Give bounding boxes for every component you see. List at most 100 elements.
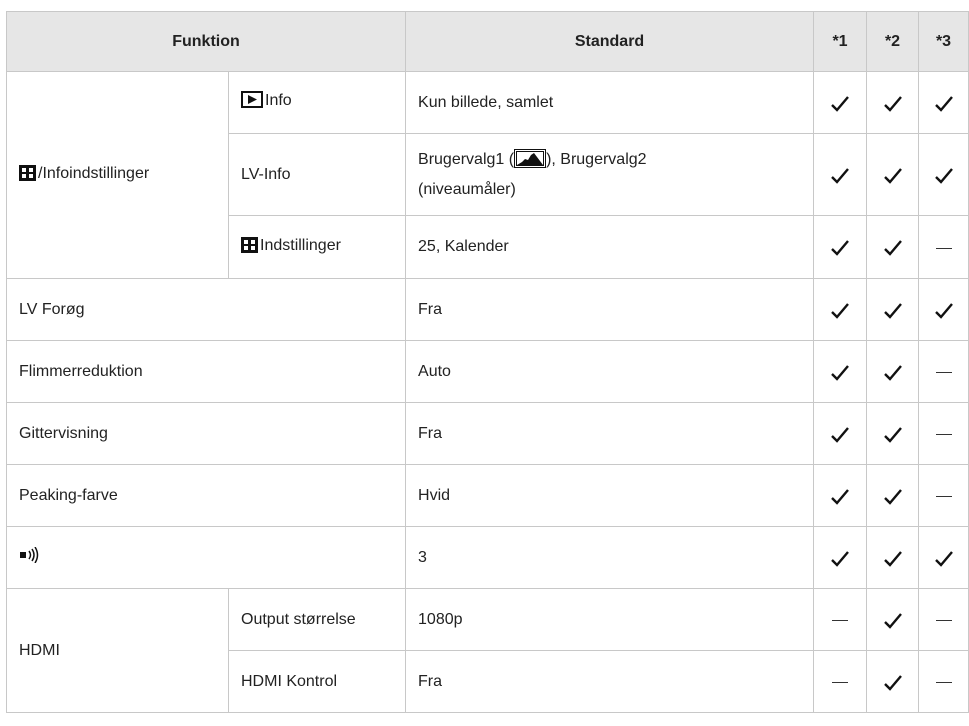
standard-cell: Fra bbox=[405, 402, 815, 465]
dash-icon bbox=[832, 620, 849, 622]
check-icon bbox=[831, 95, 849, 112]
mark-1 bbox=[813, 402, 868, 465]
standard-cell: 1080p bbox=[405, 588, 815, 651]
standard-cell: Hvid bbox=[405, 464, 815, 527]
label-cell: LV Forøg bbox=[5, 278, 407, 341]
mark-1 bbox=[813, 215, 868, 279]
dash-icon bbox=[935, 247, 952, 249]
header-funktion: Funktion bbox=[5, 11, 407, 72]
standard-cell: Kun billede, samlet bbox=[405, 71, 815, 134]
table-row: Gittervisning Fra bbox=[5, 402, 969, 465]
sub-cell: HDMI Kontrol bbox=[227, 650, 407, 713]
standard-cell: Auto bbox=[405, 340, 815, 403]
label-cell bbox=[5, 526, 407, 589]
mark-1 bbox=[813, 588, 868, 651]
mark-1 bbox=[813, 650, 868, 713]
settings-table: Funktion Standard *1 *2 *3 /Infoindstill… bbox=[5, 11, 969, 713]
mark-3 bbox=[918, 278, 969, 341]
dash-icon bbox=[935, 434, 952, 436]
check-icon bbox=[883, 488, 902, 505]
mark-3 bbox=[918, 340, 969, 403]
standard-cell: Fra bbox=[405, 650, 815, 713]
check-icon bbox=[883, 426, 902, 443]
check-icon bbox=[883, 364, 902, 381]
standard-cell: Brugervalg1 (), Brugervalg2 (niveaumåler… bbox=[405, 133, 815, 216]
check-icon bbox=[883, 612, 902, 629]
table-row: 3 bbox=[5, 526, 969, 589]
mark-1 bbox=[813, 71, 868, 134]
sub-label: Indstillinger bbox=[260, 236, 341, 254]
histogram-icon bbox=[514, 148, 547, 177]
standard-text-c: (niveaumåler) bbox=[418, 180, 516, 198]
dash-icon bbox=[935, 496, 952, 498]
standard-text-b: ), Brugervalg2 bbox=[546, 150, 647, 168]
mark-3 bbox=[918, 464, 969, 527]
dash-icon bbox=[935, 620, 952, 622]
index-display-icon bbox=[19, 164, 36, 190]
playback-icon bbox=[241, 91, 263, 117]
mark-2 bbox=[866, 464, 920, 527]
mark-3 bbox=[918, 650, 969, 713]
check-icon bbox=[831, 167, 849, 184]
sub-label: Info bbox=[265, 92, 292, 109]
check-icon bbox=[934, 95, 953, 112]
label-cell: Flimmerreduktion bbox=[5, 340, 407, 403]
mark-1 bbox=[813, 133, 868, 216]
check-icon bbox=[883, 240, 902, 256]
check-icon bbox=[934, 550, 953, 567]
table-row: Flimmerreduktion Auto bbox=[5, 340, 969, 403]
index-display-icon bbox=[241, 236, 258, 262]
check-icon bbox=[883, 302, 902, 319]
mark-1 bbox=[813, 464, 868, 527]
mark-2 bbox=[866, 526, 920, 589]
mark-2 bbox=[866, 402, 920, 465]
standard-cell: 3 bbox=[405, 526, 815, 589]
table-row: /Infoindstillinger Info Kun billede, sam… bbox=[6, 71, 969, 279]
header-col3: *3 bbox=[918, 11, 969, 72]
mark-3 bbox=[918, 71, 969, 134]
check-icon bbox=[831, 302, 849, 319]
dash-icon bbox=[935, 372, 952, 374]
mark-2 bbox=[866, 650, 920, 713]
beep-sound-icon bbox=[19, 546, 41, 572]
mark-3 bbox=[918, 588, 969, 651]
standard-cell: Fra bbox=[405, 278, 815, 341]
mark-1 bbox=[813, 526, 868, 589]
label-cell: Gittervisning bbox=[5, 402, 407, 465]
check-icon bbox=[831, 364, 849, 381]
sub-cell: Info bbox=[227, 71, 407, 134]
check-icon bbox=[934, 302, 953, 319]
dash-icon bbox=[832, 682, 849, 684]
table-row: Peaking-farve Hvid bbox=[5, 464, 969, 527]
check-icon bbox=[883, 95, 902, 112]
table-header-row: Funktion Standard *1 *2 *3 bbox=[5, 11, 969, 72]
check-icon bbox=[883, 674, 902, 691]
group-cell-infoindstillinger: /Infoindstillinger bbox=[6, 71, 229, 279]
mark-1 bbox=[813, 340, 868, 403]
check-icon bbox=[831, 240, 849, 256]
mark-3 bbox=[918, 133, 969, 216]
sub-cell: Indstillinger bbox=[227, 215, 407, 279]
mark-2 bbox=[866, 215, 920, 279]
check-icon bbox=[934, 167, 953, 184]
header-standard: Standard bbox=[405, 11, 815, 72]
dash-icon bbox=[935, 682, 952, 684]
standard-cell: 25, Kalender bbox=[405, 215, 815, 279]
check-icon bbox=[831, 426, 849, 443]
header-col1: *1 bbox=[813, 11, 868, 72]
mark-2 bbox=[866, 133, 920, 216]
mark-2 bbox=[866, 71, 920, 134]
mark-2 bbox=[866, 340, 920, 403]
table-row: HDMI Output størrelse 1080p bbox=[6, 588, 969, 713]
check-icon bbox=[883, 167, 902, 184]
mark-3 bbox=[918, 402, 969, 465]
check-icon bbox=[883, 550, 902, 567]
label-cell: Peaking-farve bbox=[5, 464, 407, 527]
mark-1 bbox=[813, 278, 868, 341]
group-label: /Infoindstillinger bbox=[38, 164, 150, 182]
mark-2 bbox=[866, 588, 920, 651]
check-icon bbox=[831, 550, 849, 567]
check-icon bbox=[831, 488, 849, 505]
mark-3 bbox=[918, 215, 969, 279]
header-col2: *2 bbox=[866, 11, 920, 72]
